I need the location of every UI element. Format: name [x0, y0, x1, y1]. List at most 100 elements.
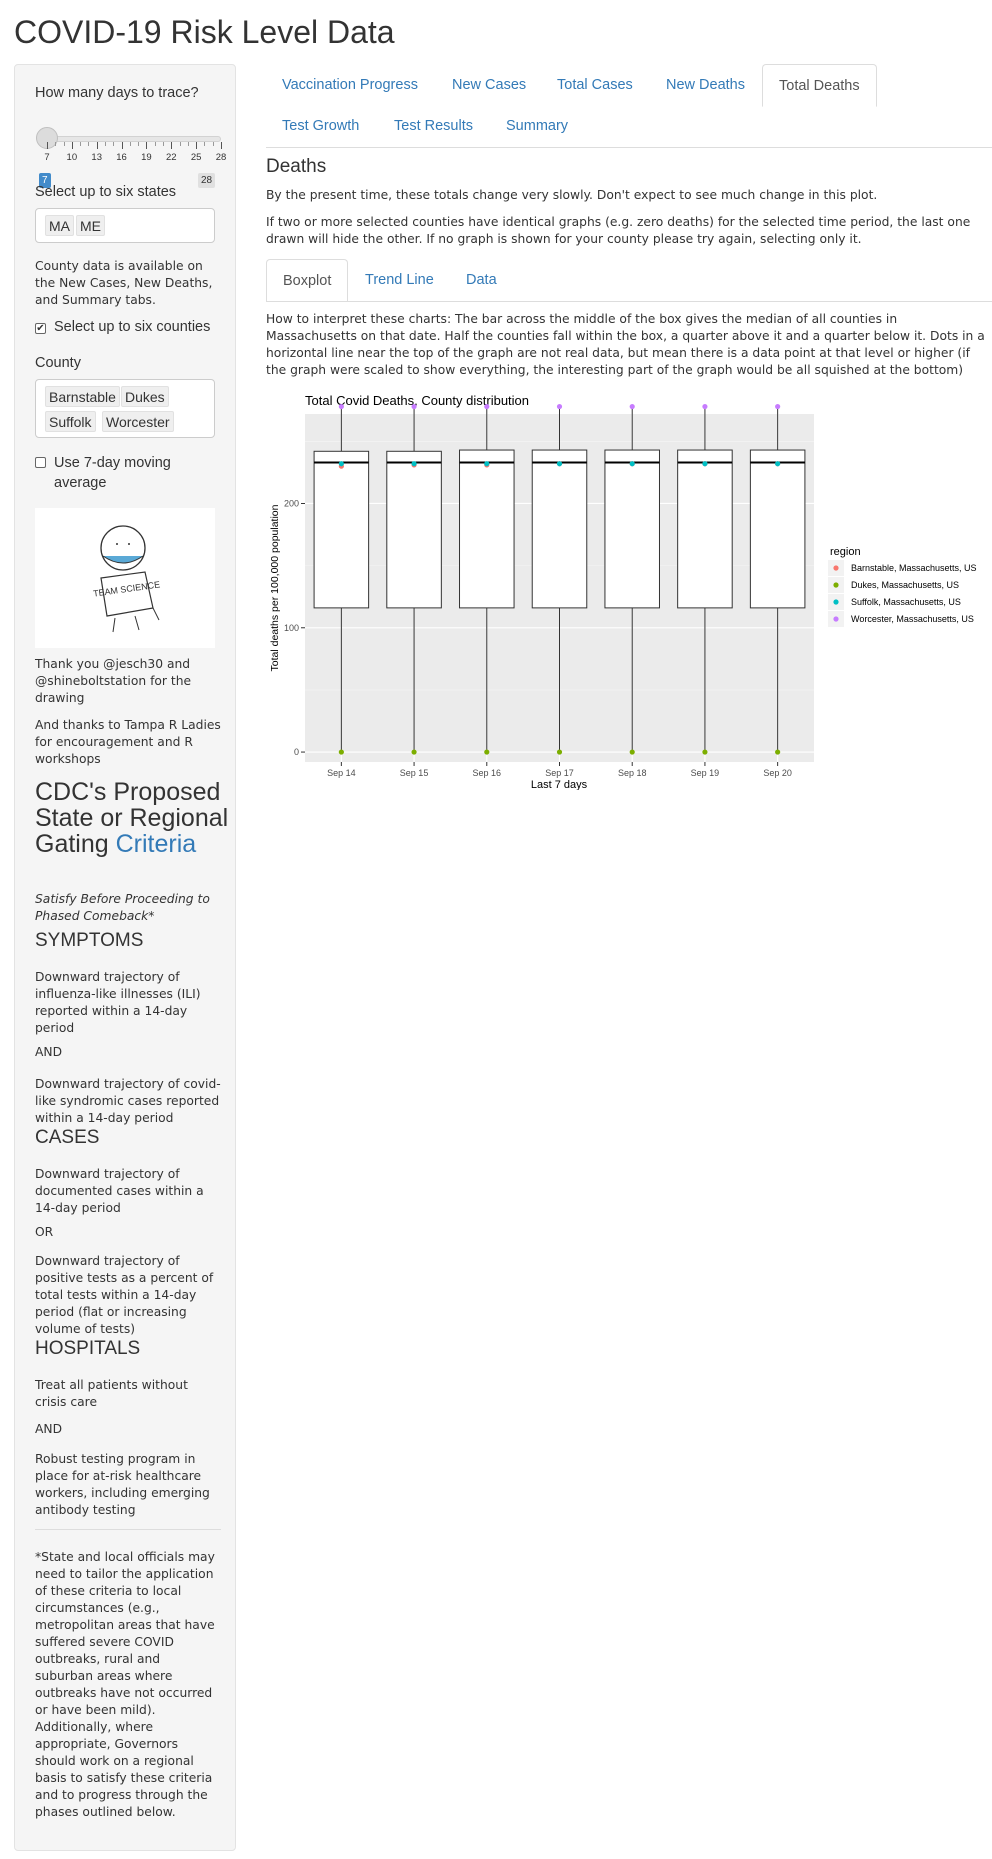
sidebar: How many days to trace? 7 28 7 10 13 16 19 22…: [14, 64, 236, 1851]
slider-tick: [204, 142, 206, 146]
cases-criterion-1: Downward trajectory of documented cases …: [35, 1167, 204, 1215]
hospitals-criterion-1: Treat all patients without crisis care: [35, 1378, 188, 1409]
slider-tick-label: 16: [116, 152, 127, 163]
tab-test-results[interactable]: Test Results: [378, 105, 489, 147]
tab-new-cases[interactable]: New Cases: [436, 64, 542, 106]
legend-key: [833, 599, 839, 605]
y-axis-label: Total deaths per 100,000 population: [269, 504, 281, 671]
states-select[interactable]: MA ME: [35, 208, 215, 243]
county-select[interactable]: Barnstable Dukes Suffolk Worcester: [35, 379, 215, 438]
box-rect: [313, 450, 370, 609]
chart-title: Total Covid Deaths, County distribution: [305, 393, 529, 408]
box-rect: [604, 449, 660, 609]
state-chip-me[interactable]: ME: [76, 215, 105, 236]
section-title: Deaths: [266, 156, 327, 177]
tab-total-deaths[interactable]: Total Deaths: [762, 64, 877, 107]
slider-tick: [221, 142, 222, 149]
slider-tick-label: 7: [44, 152, 50, 163]
footnote: *State and local officials may need to t…: [35, 1550, 215, 1819]
hospitals-heading: HOSPITALS: [35, 1338, 141, 1359]
slider-tick-label: 19: [141, 152, 152, 163]
legend-label: Barnstable, Massachusetts, US: [851, 563, 977, 573]
data-point: [629, 403, 635, 410]
slider-tick: [138, 142, 140, 146]
and-text-2: AND: [35, 1422, 63, 1436]
data-point: [629, 749, 635, 755]
slider-tick: [179, 142, 181, 146]
footnote-divider: [35, 1529, 221, 1530]
subtab-trend-line[interactable]: Trend Line: [349, 259, 450, 301]
deaths-note: If two or more selected counties have id…: [266, 215, 971, 246]
team-science-drawing: TEAM SCIENCE: [35, 508, 215, 648]
data-point: [629, 461, 635, 467]
x-axis-label: Last 7 days: [531, 779, 588, 790]
chart-legend: region Barnstable, Massachusetts, US Duke…: [828, 546, 977, 627]
y-axis: 0 100 200: [284, 498, 305, 757]
legend-key: [833, 565, 839, 571]
or-text-1: OR: [35, 1225, 54, 1239]
cdc-criteria-link[interactable]: Criteria: [116, 830, 197, 858]
slider-tick-label: 13: [91, 152, 102, 163]
x-tick-label: Sep 16: [473, 768, 502, 778]
data-point: [411, 461, 417, 467]
symptoms-criterion-1: Downward trajectory of influenza-like il…: [35, 970, 201, 1035]
legend-title: region: [830, 546, 861, 558]
slider-tick: [63, 142, 65, 146]
slider-tick-label: 25: [190, 152, 202, 163]
thanks-drawing: Thank you @jesch30 and @shineboltstation…: [35, 657, 192, 705]
x-tick-label: Sep 19: [691, 768, 720, 778]
tab-vaccination-progress[interactable]: Vaccination Progress: [266, 64, 434, 106]
y-tick-label: 100: [284, 623, 299, 633]
slider-tick: [80, 142, 82, 146]
thanks-tampa: And thanks to Tampa R Ladies for encoura…: [35, 718, 221, 766]
counties-checkbox-label: Select up to six counties: [54, 319, 211, 335]
cases-heading: CASES: [35, 1127, 100, 1148]
slider-tick-label: 10: [66, 152, 78, 163]
days-slider-label: How many days to trace?: [35, 85, 199, 101]
county-chip-worcester[interactable]: Worcester: [102, 411, 174, 432]
box-rect: [386, 450, 442, 609]
and-text-1: AND: [35, 1045, 63, 1059]
days-slider-max: 28: [198, 173, 216, 188]
x-tick-label: Sep 18: [618, 768, 647, 778]
data-point: [338, 461, 344, 467]
county-chip-barnstable[interactable]: Barnstable: [45, 386, 120, 407]
slider-tick: [55, 142, 57, 146]
symptoms-heading: SYMPTOMS: [35, 930, 144, 951]
subtab-data[interactable]: Data: [450, 259, 513, 301]
moving-average-label: Use 7-day moving average: [54, 455, 171, 491]
tab-new-deaths[interactable]: New Deaths: [650, 64, 761, 106]
box-rect: [459, 449, 515, 609]
moving-average-checkbox[interactable]: [35, 457, 46, 468]
cdc-subtitle: Satisfy Before Proceeding to Phased Come…: [35, 892, 210, 923]
data-point: [484, 749, 490, 755]
tab-test-growth[interactable]: Test Growth: [266, 105, 375, 147]
y-tick-label: 0: [294, 747, 299, 757]
box-rect: [531, 449, 588, 609]
slider-tick: [196, 142, 198, 149]
data-point: [556, 403, 563, 410]
slider-tick: [71, 142, 73, 149]
county-chip-dukes[interactable]: Dukes: [121, 386, 169, 407]
slider-tick: [212, 142, 214, 146]
slider-tick: [129, 142, 131, 146]
data-point: [775, 749, 781, 755]
slider-tick: [163, 142, 164, 146]
y-tick-label: 200: [284, 498, 299, 508]
states-label: Select up to six states: [35, 184, 177, 200]
data-point: [775, 403, 781, 410]
days-slider-ticks: [47, 142, 222, 150]
county-chip-suffolk[interactable]: Suffolk: [45, 411, 96, 432]
tab-total-cases[interactable]: Total Cases: [541, 64, 649, 106]
x-tick-label: Sep 17: [545, 768, 574, 778]
tab-summary[interactable]: Summary: [490, 105, 584, 147]
counties-checkbox[interactable]: ✔: [35, 323, 46, 334]
state-chip-ma[interactable]: MA: [45, 215, 74, 236]
data-point: [702, 403, 708, 410]
subtab-boxplot[interactable]: Boxplot: [266, 259, 349, 302]
tabs-divider: [266, 147, 992, 148]
box-rect: [749, 449, 806, 609]
slider-tick: [96, 142, 98, 149]
cdc-criteria-title: CDC's Proposed State or Regional Gating …: [35, 779, 235, 857]
legend-key: [833, 582, 839, 588]
